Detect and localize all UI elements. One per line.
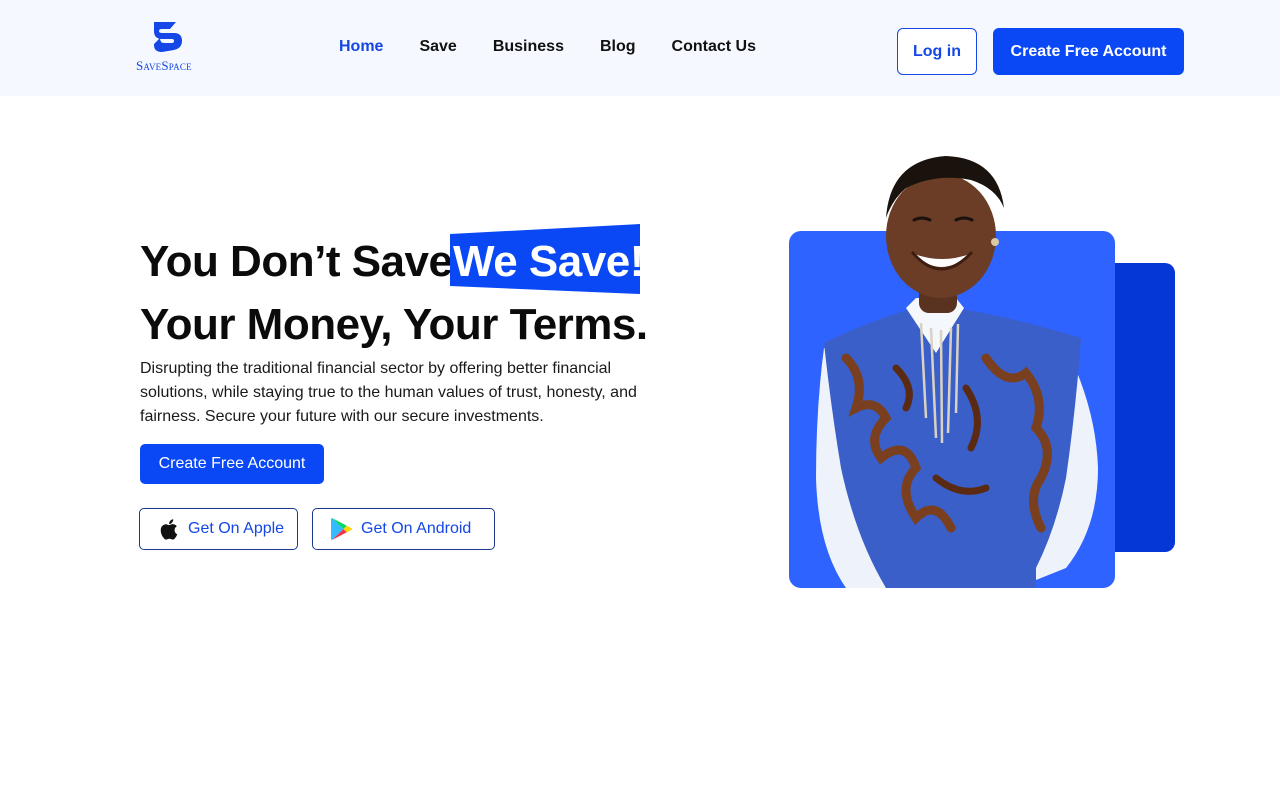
hero-portrait-image (789, 156, 1175, 588)
login-button[interactable]: Log in (897, 28, 977, 75)
google-play-icon (331, 517, 353, 541)
apple-button-label: Get On Apple (188, 520, 285, 537)
apple-icon (158, 517, 180, 541)
create-account-hero-button[interactable]: Create Free Account (140, 444, 324, 484)
brand-logo[interactable]: SaveSpace (136, 22, 202, 74)
android-button-label: Get On Android (361, 520, 472, 537)
hero-highlight-text: We Save! (453, 237, 644, 286)
brand-name: SaveSpace (136, 58, 192, 73)
nav-item-save[interactable]: Save (419, 38, 456, 56)
create-account-header-button[interactable]: Create Free Account (993, 28, 1184, 75)
nav-item-home[interactable]: Home (339, 38, 383, 56)
get-on-android-button[interactable]: Get On Android (312, 508, 495, 550)
site-header: SaveSpace Home Save Business Blog Contac… (0, 0, 1280, 96)
hero-description: Disrupting the traditional financial sec… (140, 360, 637, 425)
hero-headline-line2: Your Money, Your Terms. (140, 300, 648, 349)
main-nav: Home Save Business Blog Contact Us (339, 38, 756, 56)
hero-headline-part1: You Don’t Save, (140, 237, 465, 286)
nav-item-business[interactable]: Business (493, 38, 564, 56)
savespace-s-logo-icon (154, 22, 182, 52)
nav-item-blog[interactable]: Blog (600, 38, 636, 56)
get-on-apple-button[interactable]: Get On Apple (139, 508, 298, 550)
hero-headline-highlight: We Save! (450, 224, 644, 294)
nav-item-contact-us[interactable]: Contact Us (672, 38, 756, 56)
